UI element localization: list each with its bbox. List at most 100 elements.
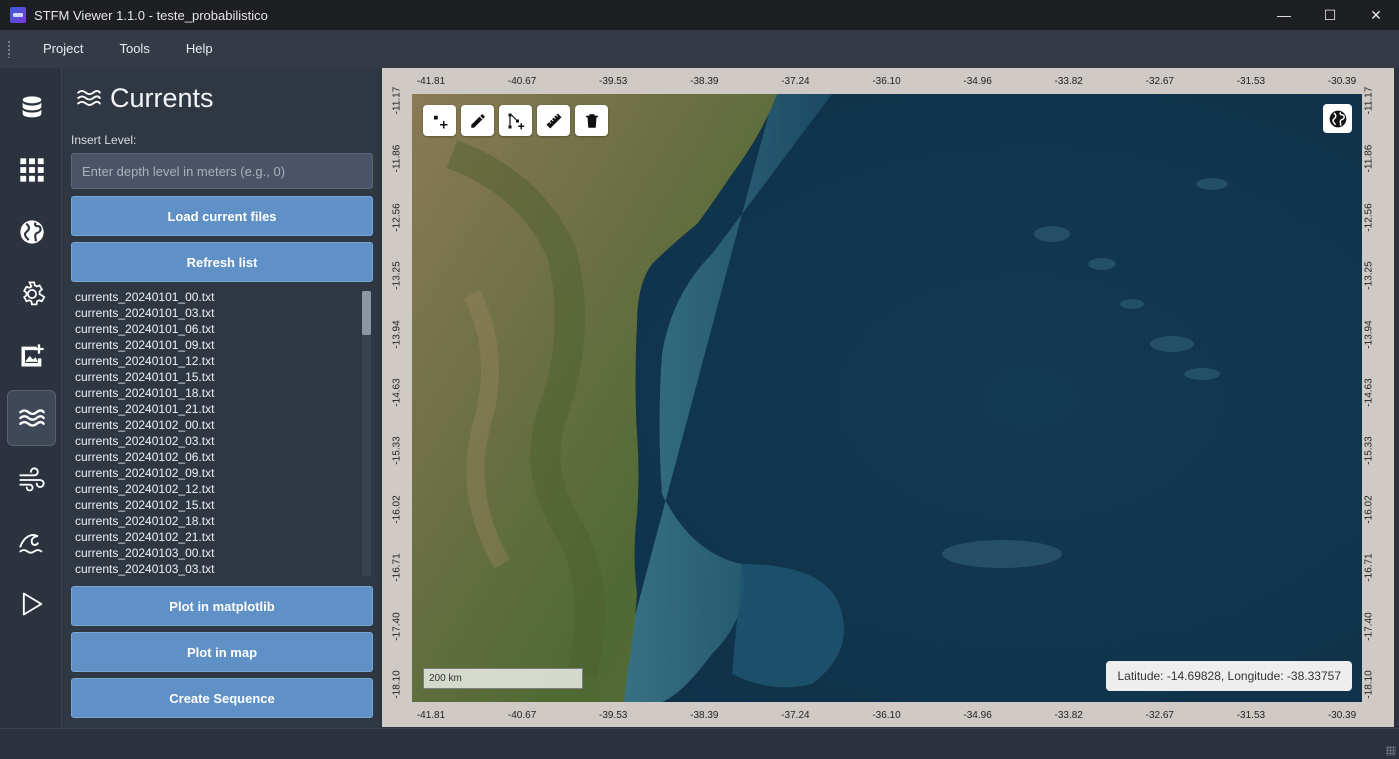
create-sequence-button[interactable]: Create Sequence [71,678,373,718]
latitude-tick-label: -16.71 [1363,553,1375,582]
toolbar-grip-icon[interactable] [7,40,11,58]
longitude-tick-label: -32.67 [1145,76,1174,87]
status-bar [0,728,1399,759]
latitude-tick-label: -12.56 [1363,203,1375,232]
rail-grid-button[interactable] [7,142,56,198]
longitude-tick-label: -30.39 [1327,710,1357,721]
maximize-button[interactable]: ☐ [1307,0,1353,30]
draw-button[interactable] [461,105,494,136]
longitude-tick-label: -32.67 [1145,710,1174,721]
satellite-map[interactable]: 200 km Latitude: -14.69828, Longitude: -… [412,94,1362,702]
longitude-tick-label: -31.53 [1236,710,1266,721]
app-logo-icon [10,7,26,23]
ruler-icon [546,113,561,128]
rail-globe-button[interactable] [7,204,56,260]
file-list-item[interactable]: currents_20240101_21.txt [71,401,373,417]
file-list-item[interactable]: currents_20240102_21.txt [71,529,373,545]
rail-database-button[interactable] [7,80,56,136]
longitude-tick-label: -40.67 [507,710,537,721]
longitude-tick-label: -31.53 [1236,76,1266,87]
longitude-tick-label: -41.81 [416,76,446,87]
rail-wind-button[interactable] [7,452,56,508]
grid-icon [19,158,44,182]
latitude-tick-label: -16.02 [1363,495,1375,524]
longitude-tick-label: -33.82 [1054,76,1083,87]
scale-bar: 200 km [423,668,583,689]
polyline-button[interactable] [499,105,532,136]
delete-button[interactable] [575,105,608,136]
longitude-tick-label: -38.39 [690,710,719,721]
longitude-tick-label: -34.96 [963,710,992,721]
rail-play-button[interactable] [7,576,56,632]
file-list-item[interactable]: currents_20240103_03.txt [71,561,373,577]
currents-panel: Currents Insert Level: Load current file… [62,68,380,728]
file-list-item[interactable]: currents_20240102_00.txt [71,417,373,433]
add-image-icon [21,344,44,367]
rail-ocean-wave-button[interactable] [7,514,56,570]
trash-icon [585,113,598,128]
resize-grip-icon[interactable] [1386,746,1396,756]
rail-add-image-button[interactable] [7,328,56,384]
file-list-item[interactable]: currents_20240102_18.txt [71,513,373,529]
latitude-tick-label: -15.33 [391,436,403,466]
longitude-tick-label: -30.39 [1327,76,1357,87]
latitude-tick-label: -13.94 [391,319,403,349]
latitude-tick-label: -18.10 [391,670,403,699]
waves-icon [77,89,101,107]
longitude-tick-label: -39.53 [599,76,628,87]
file-list-item[interactable]: currents_20240102_15.txt [71,497,373,513]
longitude-tick-label: -40.67 [507,76,537,87]
file-list-item[interactable]: currents_20240101_00.txt [71,289,373,305]
latitude-tick-label: -11.86 [391,145,403,173]
file-list-item[interactable]: currents_20240101_15.txt [71,369,373,385]
load-current-files-button[interactable]: Load current files [71,196,373,236]
latitude-tick-label: -13.25 [391,261,403,290]
file-list-item[interactable]: currents_20240103_00.txt [71,545,373,561]
menu-tools[interactable]: Tools [101,30,167,68]
app-window: STFM Viewer 1.1.0 - teste_probabilistico… [0,0,1399,759]
menu-help[interactable]: Help [168,30,231,68]
add-point-button[interactable] [423,105,456,136]
map-frame: -41.81 -40.67 -39.53 -38.39 -37.24 -36.10 -34.… [382,68,1394,727]
menu-project[interactable]: Project [25,30,101,68]
polyline-icon [508,113,524,129]
panel-title-text: Currents [110,82,214,113]
latitude-tick-label: -14.63 [391,378,403,407]
basemap-toggle-button[interactable] [1323,104,1352,133]
minimize-button[interactable]: — [1261,0,1307,30]
measure-button[interactable] [537,105,570,136]
plot-matplotlib-button[interactable]: Plot in matplotlib [71,586,373,626]
play-icon [22,592,42,616]
rail-currents-button[interactable] [7,390,56,446]
file-list-item[interactable]: currents_20240102_03.txt [71,433,373,449]
depth-level-input[interactable] [71,153,373,189]
ocean-wave-icon [18,534,42,554]
map-imagery [412,94,1362,702]
file-list-item[interactable]: currents_20240101_09.txt [71,337,373,353]
latitude-tick-label: -11.17 [1363,86,1375,115]
window-controls: — ☐ ✕ [1261,0,1399,30]
latitude-tick-label: -16.02 [391,495,403,524]
scrollbar-thumb[interactable] [362,291,371,335]
latitude-tick-label: -11.17 [391,86,403,115]
file-list-item[interactable]: currents_20240101_06.txt [71,321,373,337]
file-list-scrollbar[interactable] [362,291,371,576]
file-list-item[interactable]: currents_20240101_03.txt [71,305,373,321]
refresh-list-button[interactable]: Refresh list [71,242,373,282]
longitude-tick-label: -36.10 [872,76,901,87]
rail-settings-button[interactable] [7,266,56,322]
file-list-item[interactable]: currents_20240102_12.txt [71,481,373,497]
longitude-tick-label: -36.10 [872,710,901,721]
waves-icon [18,409,45,427]
file-list-item[interactable]: currents_20240102_09.txt [71,465,373,481]
close-button[interactable]: ✕ [1353,0,1399,30]
latitude-tick-label: -14.63 [1363,378,1375,407]
file-list-item[interactable]: currents_20240101_18.txt [71,385,373,401]
plot-map-button[interactable]: Plot in map [71,632,373,672]
panel-title: Currents [76,80,214,116]
side-rail [0,68,62,728]
gear-icon [22,281,45,306]
file-list-item[interactable]: currents_20240101_12.txt [71,353,373,369]
add-point-icon [433,115,447,128]
file-list-item[interactable]: currents_20240102_06.txt [71,449,373,465]
